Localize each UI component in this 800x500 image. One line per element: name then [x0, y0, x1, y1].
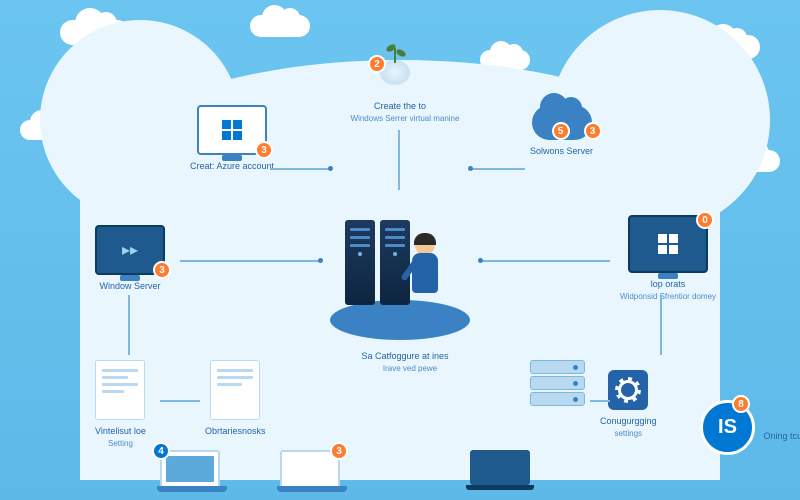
connector-dot [328, 166, 333, 171]
connector-line [590, 400, 610, 402]
step-config-settings: Conugurgging settings [600, 370, 657, 438]
cloud-icon: 5 3 [532, 105, 592, 140]
step-sublabel: settings [600, 429, 657, 438]
connector-line [398, 130, 400, 190]
laptop-icon [160, 450, 220, 488]
step-label: lop orats [620, 279, 716, 290]
server-icon [345, 220, 375, 305]
connector-dot [478, 258, 483, 263]
document-icon [210, 360, 260, 420]
step-label: Vintelisut loe [95, 426, 146, 437]
person-icon [415, 235, 438, 293]
step-badge: 3 [255, 141, 273, 159]
connector-dot [318, 258, 323, 263]
step-sublabel: Widponsid Sfrentior domey [620, 292, 716, 301]
laptop-item: 4 [160, 450, 220, 488]
step-libraries: Obrtariesnosks [205, 360, 266, 437]
step-template: IS 8 Oning tcupke [700, 400, 755, 455]
device-icon [470, 450, 530, 485]
step-label: Sa Catfoggure at ines [350, 351, 460, 362]
bg-cloud [250, 15, 310, 37]
connector-dot [468, 166, 473, 171]
monitor-dark-icon: ▸▸ 3 [95, 225, 165, 275]
server-icon [380, 220, 410, 305]
connector-line [128, 295, 130, 355]
badge-top: 2 [368, 55, 386, 73]
step-label: Oning tcupke [760, 431, 800, 442]
step-badge: 3 [153, 261, 171, 279]
step-badge: 5 [552, 122, 570, 140]
monitor-dark-icon: 0 [628, 215, 708, 273]
windows-logo-icon [221, 119, 243, 141]
connector-line [270, 168, 330, 170]
stack-icon [530, 360, 585, 410]
step-sublabel: Windows Serrer virtual manine [345, 114, 465, 123]
step-label: Create the to [345, 101, 455, 112]
step-solutions-server: 5 3 Solwons Server [530, 105, 593, 157]
step-badge: 3 [330, 442, 348, 460]
connector-line [470, 168, 525, 170]
step-badge: 8 [732, 395, 750, 413]
step-label: Conugurgging [600, 416, 657, 427]
step-badge: 3 [584, 122, 602, 140]
connector-line [660, 295, 662, 355]
step-label: Creat: Azure account [190, 161, 274, 172]
laptop-item [470, 450, 530, 485]
laptop-item: 3 [280, 450, 340, 488]
step-virtual-settings: Vintelisut loe Setting [95, 360, 146, 448]
plant-icon: 2 [380, 60, 410, 85]
step-sublabel: Irave ved pewe [350, 364, 470, 373]
step-windows-server: ▸▸ 3 Window Server [95, 225, 165, 292]
connector-line [160, 400, 200, 402]
monitor-icon: 3 [197, 105, 267, 155]
step-badge: 0 [696, 211, 714, 229]
step-label: Solwons Server [530, 146, 593, 157]
step-stack [530, 360, 585, 410]
step-create-vm: Create the to Windows Serrer virtual man… [345, 95, 465, 123]
step-sublabel: Setting [95, 439, 146, 448]
connector-line [480, 260, 610, 262]
step-operations: 0 lop orats Widponsid Sfrentior domey [620, 215, 716, 301]
connector-line [180, 260, 320, 262]
document-icon [95, 360, 145, 420]
gear-icon [608, 370, 648, 410]
step-label: Obrtariesnosks [205, 426, 266, 437]
step-badge: 4 [152, 442, 170, 460]
platform-icon [330, 300, 470, 340]
windows-logo-icon [657, 233, 679, 255]
step-configure: Sa Catfoggure at ines Irave ved pewe [350, 345, 470, 373]
step-azure-account: 3 Creat: Azure account [190, 105, 274, 172]
step-label: Window Server [95, 281, 165, 292]
